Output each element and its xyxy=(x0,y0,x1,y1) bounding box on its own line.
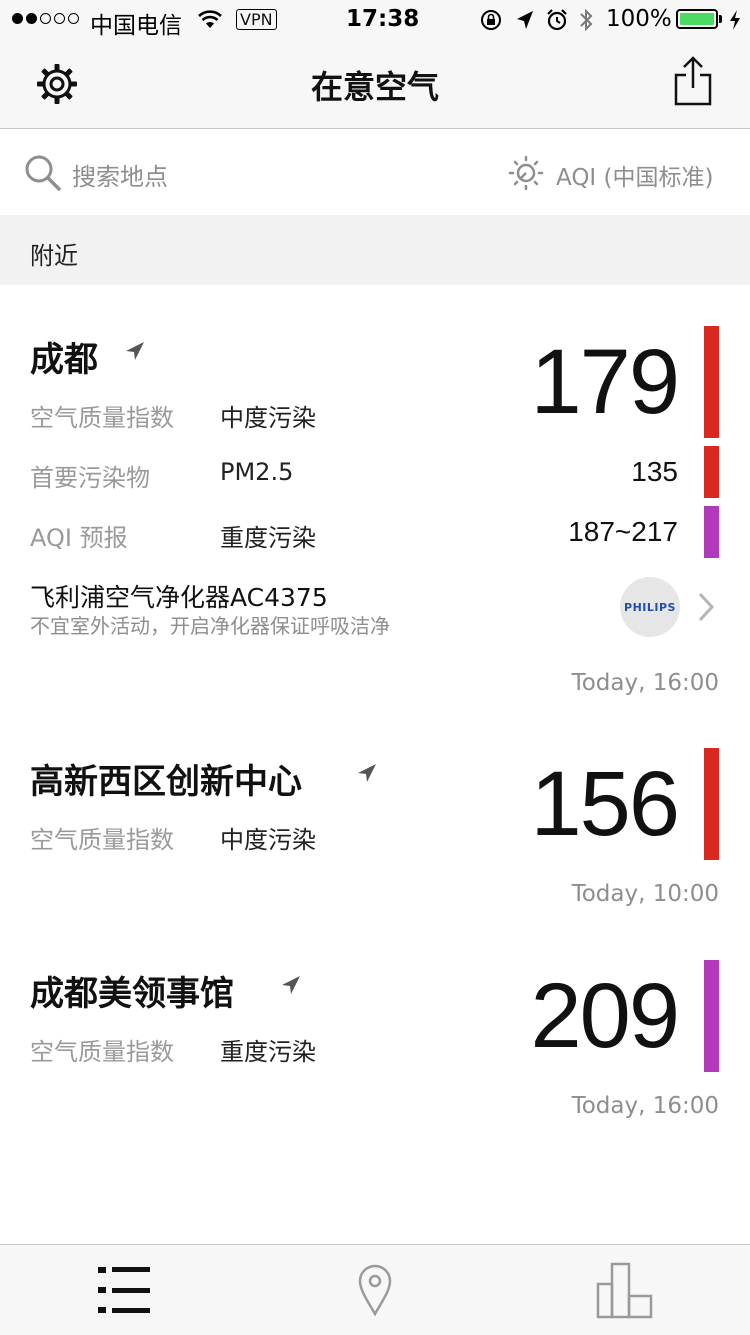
search-placeholder: 搜索地点 xyxy=(72,163,168,191)
battery-icon xyxy=(676,9,718,29)
aqi-value: 209 xyxy=(530,965,680,1067)
rotation-lock-icon xyxy=(481,10,501,30)
carrier-name: 中国电信 xyxy=(90,13,182,39)
tab-list[interactable] xyxy=(60,1250,190,1330)
pollutant-number: 135 xyxy=(631,456,678,487)
chevron-right-icon xyxy=(698,592,715,622)
charging-bolt-icon xyxy=(730,10,740,30)
forecast-level: 重度污染 xyxy=(220,524,316,552)
aqi-standard-label: AQI (中国标准) xyxy=(556,165,714,191)
aqi-color-bar xyxy=(704,960,719,1072)
location-arrow-icon xyxy=(126,342,144,360)
section-header-label: 附近 xyxy=(30,242,78,270)
update-timestamp: Today, 16:00 xyxy=(571,1093,719,1119)
promo-title: 飞利浦空气净化器AC4375 xyxy=(30,583,328,612)
search-icon xyxy=(25,155,61,191)
list-icon xyxy=(98,1267,150,1313)
aqi-level: 中度污染 xyxy=(220,404,316,432)
tab-ranking[interactable] xyxy=(560,1250,690,1330)
alarm-icon xyxy=(547,9,567,31)
location-arrow-icon xyxy=(358,764,376,782)
aqi-value: 179 xyxy=(530,331,680,433)
forecast-color-bar xyxy=(704,506,719,558)
location-arrow-icon xyxy=(282,976,300,994)
tab-map[interactable] xyxy=(310,1250,440,1330)
bluetooth-icon xyxy=(580,8,593,32)
page-title: 在意空气 xyxy=(310,68,439,106)
primary-pollutant-label: 首要污染物 xyxy=(30,464,150,492)
wifi-icon xyxy=(198,10,222,28)
location-name: 成都美领事馆 xyxy=(30,974,234,1014)
update-timestamp: Today, 16:00 xyxy=(571,670,719,696)
location-name: 成都 xyxy=(30,340,98,380)
share-icon xyxy=(674,56,712,106)
primary-pollutant-value: PM2.5 xyxy=(220,458,294,486)
aqi-label: 空气质量指数 xyxy=(30,404,174,432)
battery-cap xyxy=(719,15,722,23)
battery-percent: 100% xyxy=(606,6,672,32)
map-pin-icon xyxy=(358,1264,392,1317)
clock: 17:38 xyxy=(346,6,420,32)
forecast-label: AQI 预报 xyxy=(30,524,128,552)
aqi-color-bar xyxy=(704,326,719,438)
battery-level xyxy=(680,13,714,25)
forecast-range: 187~217 xyxy=(568,516,678,547)
section-header xyxy=(0,215,750,285)
location-services-icon xyxy=(517,11,533,29)
bar-chart-icon xyxy=(596,1262,653,1319)
location-name: 高新西区创新中心 xyxy=(30,762,302,802)
aqi-color-bar xyxy=(704,748,719,860)
pollutant-color-bar xyxy=(704,446,719,498)
aqi-value: 156 xyxy=(530,753,680,855)
promo-subtitle: 不宜室外活动，开启净化器保证呼吸洁净 xyxy=(30,614,390,638)
sun-haze-icon xyxy=(508,155,544,191)
update-timestamp: Today, 10:00 xyxy=(571,881,719,907)
vpn-badge: VPN xyxy=(236,9,277,30)
philips-logo: PHILIPS xyxy=(620,577,680,637)
search-input[interactable] xyxy=(22,150,322,198)
share-button[interactable] xyxy=(672,55,714,107)
aqi-level: 重度污染 xyxy=(220,1038,316,1066)
signal-strength-icon xyxy=(12,13,79,24)
aqi-label: 空气质量指数 xyxy=(30,1038,174,1066)
aqi-label: 空气质量指数 xyxy=(30,826,174,854)
aqi-level: 中度污染 xyxy=(220,826,316,854)
